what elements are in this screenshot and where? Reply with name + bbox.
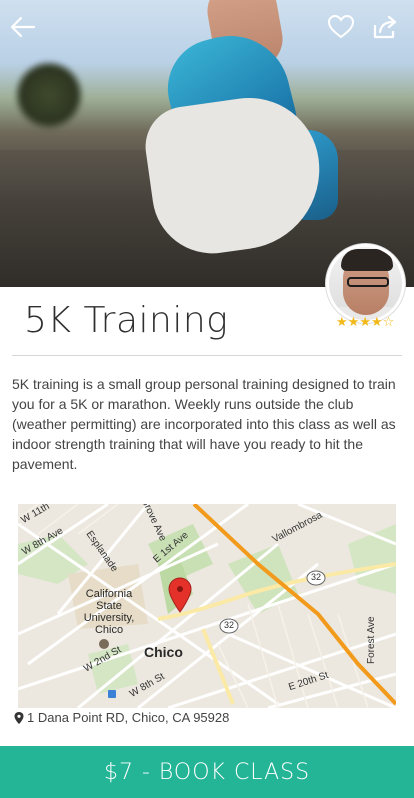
share-button[interactable] <box>368 10 402 44</box>
rating-stars: ★ ★ ★ ★ ☆ <box>336 316 394 330</box>
map-label-chico: Chico <box>144 644 183 660</box>
book-class-button[interactable]: $7 - BOOK CLASS <box>0 746 414 798</box>
heart-outline-icon <box>327 14 355 39</box>
star-outline-icon: ☆ <box>382 315 395 330</box>
arrow-left-icon <box>10 16 36 38</box>
tree-silhouette <box>14 60 84 130</box>
map-drawing <box>18 504 396 708</box>
favorite-button[interactable] <box>324 10 358 44</box>
back-button[interactable] <box>6 10 40 44</box>
map-route-32-a: 32 <box>311 572 322 582</box>
location-pin-icon <box>14 711 24 724</box>
map-label-forest-ave: Forest Ave <box>366 616 377 664</box>
class-title: 5K Training <box>24 300 229 341</box>
star-filled-icon: ★ <box>347 315 360 330</box>
location-map[interactable]: W 11th W 8th Ave Esplanade Grove Ave E 1… <box>18 504 396 708</box>
map-route-32-b: 32 <box>224 620 235 630</box>
class-description: 5K training is a small group personal tr… <box>12 376 396 472</box>
star-filled-icon: ★ <box>370 315 383 330</box>
map-label-csu: California State University, Chico <box>83 588 135 636</box>
star-filled-icon: ★ <box>336 315 348 330</box>
star-filled-icon: ★ <box>359 315 371 330</box>
address-text: 1 Dana Point RD, Chico, CA 95928 <box>27 710 230 725</box>
share-icon <box>373 15 397 39</box>
instructor-avatar[interactable] <box>326 244 405 323</box>
divider <box>12 355 402 356</box>
address-row[interactable]: 1 Dana Point RD, Chico, CA 95928 <box>14 710 229 725</box>
